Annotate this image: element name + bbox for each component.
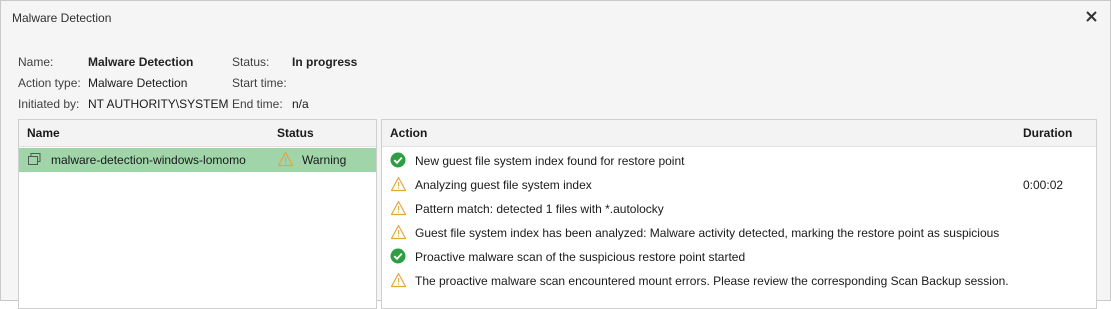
warning-icon	[390, 272, 407, 289]
action-row: New guest file system index found for re…	[382, 149, 1096, 173]
name-label: Name:	[18, 55, 54, 69]
window-title: Malware Detection	[12, 11, 112, 25]
vm-icon	[27, 152, 42, 170]
end-time-label: End time:	[232, 97, 283, 111]
warning-icon	[390, 176, 407, 193]
initiated-by-label: Initiated by:	[18, 97, 80, 111]
action-text: Pattern match: detected 1 files with *.a…	[415, 202, 664, 216]
action-text: New guest file system index found for re…	[415, 154, 685, 168]
success-icon	[390, 248, 407, 265]
object-name: malware-detection-windows-lomomo	[51, 153, 246, 167]
column-header-name[interactable]: Name	[27, 126, 60, 140]
action-row: Guest file system index has been analyze…	[382, 221, 1096, 245]
action-row: Pattern match: detected 1 files with *.a…	[382, 197, 1096, 221]
action-type-label: Action type:	[18, 76, 81, 90]
object-status: Warning	[302, 153, 347, 167]
warning-icon	[390, 224, 407, 241]
column-header-duration[interactable]: Duration	[1023, 126, 1072, 140]
warning-icon	[390, 200, 407, 217]
status-label: Status:	[232, 55, 270, 69]
table-row[interactable]: malware-detection-windows-lomomo Warning	[19, 148, 376, 172]
start-time-label: Start time:	[232, 76, 287, 90]
action-text: Guest file system index has been analyze…	[415, 226, 1000, 240]
objects-table: Name Status malware-detection-windows-lo…	[18, 119, 377, 309]
title-bar: Malware Detection	[1, 1, 1110, 34]
success-icon	[390, 152, 407, 169]
name-value: Malware Detection	[88, 55, 194, 69]
action-row: Analyzing guest file system index 0:00:0…	[382, 173, 1096, 197]
close-button[interactable]	[1082, 7, 1100, 25]
action-text: Proactive malware scan of the suspicious…	[415, 250, 746, 264]
action-row: Proactive malware scan of the suspicious…	[382, 245, 1096, 269]
action-type-value: Malware Detection	[88, 76, 188, 90]
column-header-status[interactable]: Status	[277, 126, 314, 140]
action-text: Analyzing guest file system index	[415, 178, 592, 192]
initiated-by-value: NT AUTHORITY\SYSTEM	[88, 97, 229, 111]
action-duration: 0:00:02	[1023, 178, 1064, 192]
status-value: In progress	[292, 55, 358, 69]
action-row: The proactive malware scan encountered m…	[382, 269, 1096, 293]
actions-table-header: Action Duration	[382, 120, 1096, 147]
warning-icon	[277, 151, 294, 170]
malware-detection-window: Malware Detection Name: Malware Detectio…	[0, 0, 1111, 309]
action-text: The proactive malware scan encountered m…	[415, 274, 1009, 288]
actions-table: Action Duration New guest file system in…	[381, 119, 1097, 309]
end-time-value: n/a	[292, 97, 309, 111]
column-header-action[interactable]: Action	[390, 126, 427, 140]
close-icon	[1085, 10, 1097, 22]
objects-table-header: Name Status	[19, 120, 376, 147]
